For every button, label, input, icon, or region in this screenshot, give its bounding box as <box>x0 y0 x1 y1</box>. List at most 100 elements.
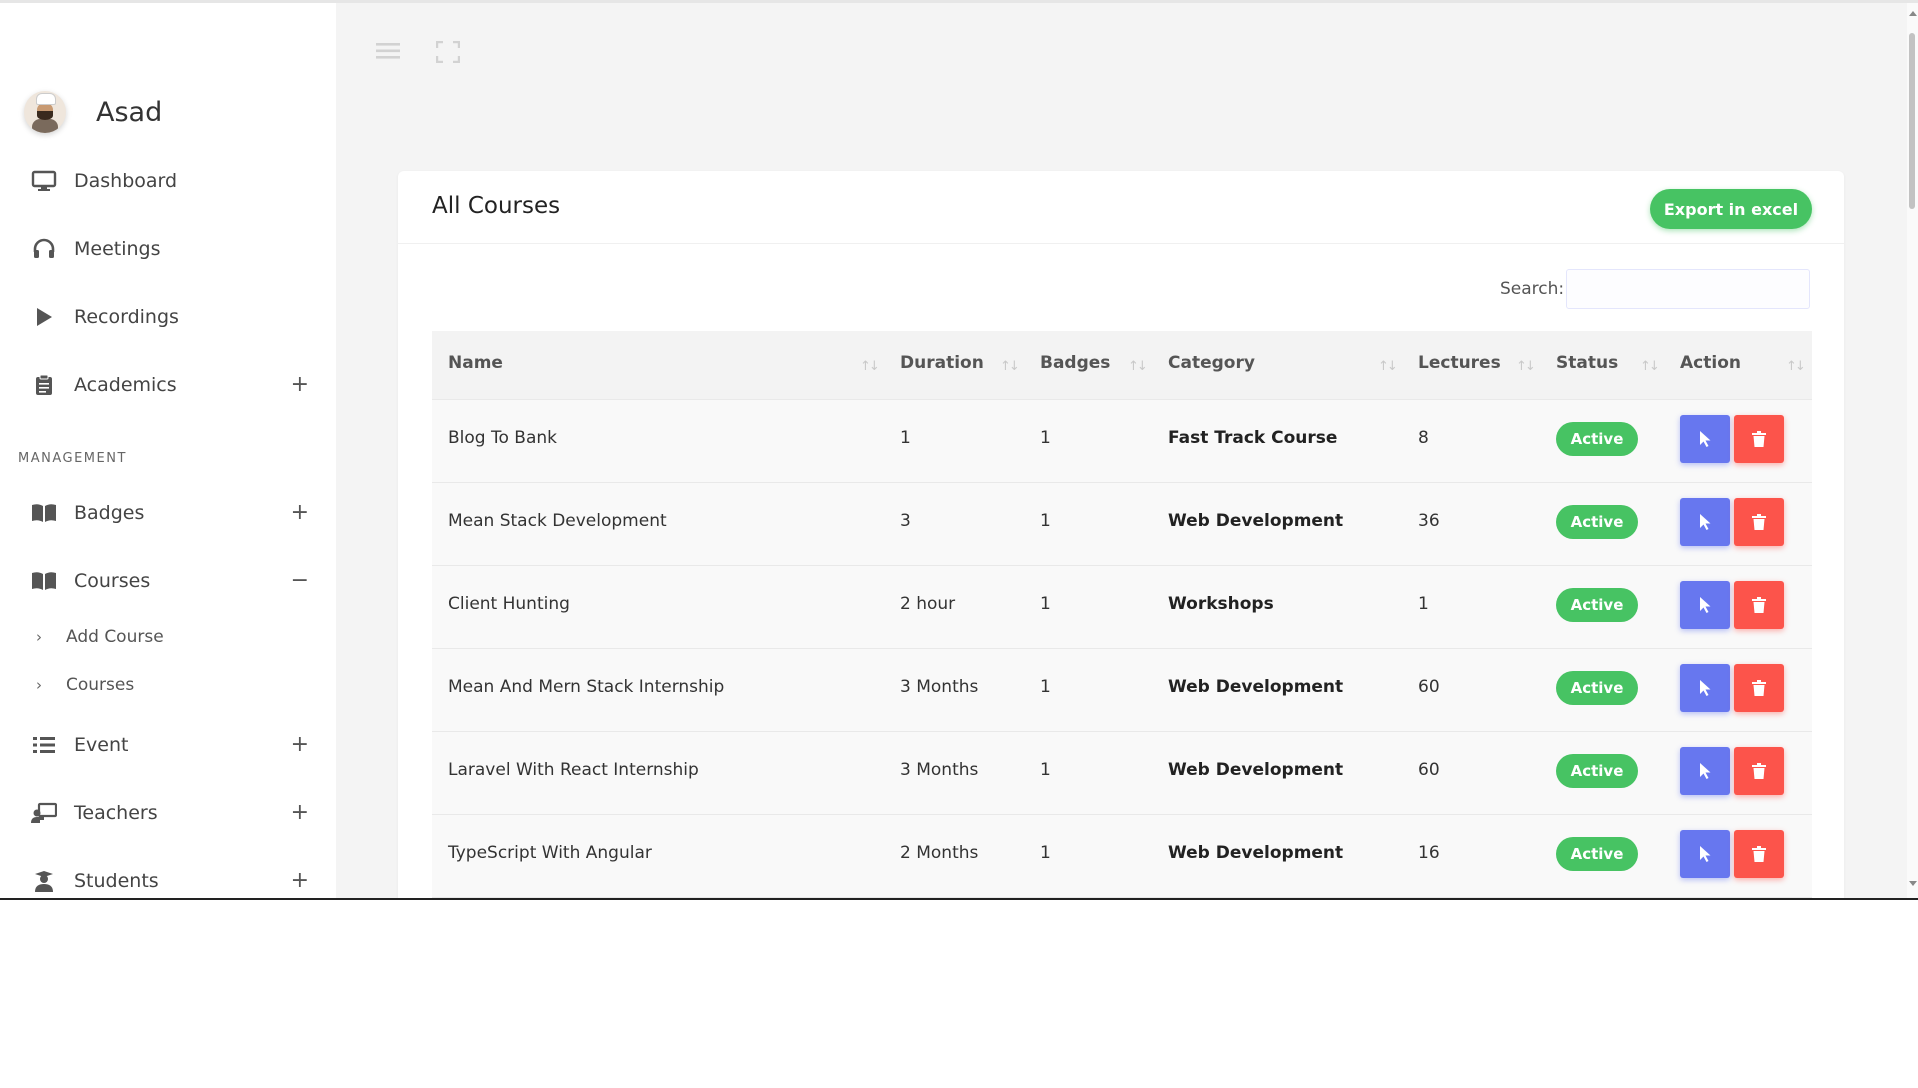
pointer-icon <box>1700 514 1711 530</box>
play-icon <box>30 304 58 330</box>
user-profile[interactable]: Asad <box>24 91 162 133</box>
clipboard-icon <box>30 372 58 398</box>
sidebar-item-label: Dashboard <box>74 170 178 192</box>
column-header-action[interactable]: Action <box>1680 353 1741 373</box>
courses-table: Name ↑↓ Duration ↑↓ Badges ↑↓ Category ↑… <box>432 331 1812 898</box>
pointer-icon <box>1700 431 1711 447</box>
cell-category: Web Development <box>1168 677 1344 697</box>
sidebar-item-label: Badges <box>74 502 145 524</box>
cell-lectures: 1 <box>1418 594 1429 614</box>
sort-icon[interactable]: ↑↓ <box>860 359 880 374</box>
sidebar-item-label: Courses <box>74 570 151 592</box>
book-icon <box>30 500 58 526</box>
expand-icon[interactable]: + <box>291 502 309 524</box>
table-row: Mean Stack Development 3 1 Web Developme… <box>432 483 1812 566</box>
sidebar-subitem-courses[interactable]: › Courses <box>36 670 134 700</box>
column-header-lectures[interactable]: Lectures <box>1418 353 1501 373</box>
sidebar-item-label: Students <box>74 870 159 892</box>
window-bottom-border <box>0 898 1918 900</box>
status-badge: Active <box>1556 505 1638 539</box>
search-label: Search: <box>1500 279 1565 299</box>
export-excel-button[interactable]: Export in excel <box>1650 189 1812 229</box>
sidebar-item-courses[interactable]: Courses − <box>30 561 315 601</box>
column-header-name[interactable]: Name <box>448 353 503 373</box>
sidebar-item-academics[interactable]: Academics + <box>30 365 315 405</box>
scrollbar-thumb[interactable] <box>1909 33 1915 209</box>
sort-icon[interactable]: ↑↓ <box>1378 359 1398 374</box>
expand-icon[interactable]: + <box>291 802 309 824</box>
delete-course-button[interactable] <box>1734 830 1784 878</box>
sidebar-item-badges[interactable]: Badges + <box>30 493 315 533</box>
all-courses-card: All Courses Export in excel Search: Name… <box>398 171 1844 899</box>
cell-category: Web Development <box>1168 760 1344 780</box>
trash-icon <box>1752 680 1766 696</box>
search-input[interactable] <box>1566 269 1810 309</box>
status-badge: Active <box>1556 671 1638 705</box>
expand-icon[interactable]: + <box>291 374 309 396</box>
profile-name: Asad <box>96 96 163 128</box>
book-icon <box>30 568 58 594</box>
select-course-button[interactable] <box>1680 581 1730 629</box>
expand-icon[interactable]: + <box>291 734 309 756</box>
sidebar-item-teachers[interactable]: Teachers + <box>30 793 315 833</box>
select-course-button[interactable] <box>1680 747 1730 795</box>
sort-icon[interactable]: ↑↓ <box>1516 359 1536 374</box>
table-row: Blog To Bank 1 1 Fast Track Course 8 Act… <box>432 400 1812 483</box>
cell-lectures: 16 <box>1418 843 1440 863</box>
column-header-category[interactable]: Category <box>1168 353 1255 373</box>
chevron-right-icon: › <box>36 628 42 646</box>
cell-name: Client Hunting <box>448 594 570 614</box>
sidebar-item-label: Meetings <box>74 238 161 260</box>
column-header-badges[interactable]: Badges <box>1040 353 1110 373</box>
sidebar-item-recordings[interactable]: Recordings <box>30 297 315 337</box>
status-badge: Active <box>1556 422 1638 456</box>
sidebar-item-event[interactable]: Event + <box>30 725 315 765</box>
cell-category: Fast Track Course <box>1168 428 1338 448</box>
cell-badges: 1 <box>1040 760 1051 780</box>
cell-lectures: 60 <box>1418 677 1440 697</box>
expand-icon[interactable]: + <box>291 870 309 892</box>
delete-course-button[interactable] <box>1734 498 1784 546</box>
chevron-right-icon: › <box>36 676 42 694</box>
delete-course-button[interactable] <box>1734 664 1784 712</box>
select-course-button[interactable] <box>1680 664 1730 712</box>
sidebar-item-label: Recordings <box>74 306 179 328</box>
column-header-status[interactable]: Status <box>1556 353 1618 373</box>
sort-icon[interactable]: ↑↓ <box>1786 359 1806 374</box>
cell-duration: 2 Months <box>900 843 979 863</box>
table-row: Mean And Mern Stack Internship 3 Months … <box>432 649 1812 732</box>
delete-course-button[interactable] <box>1734 581 1784 629</box>
sidebar-item-label: Academics <box>74 374 177 396</box>
trash-icon <box>1752 763 1766 779</box>
column-header-duration[interactable]: Duration <box>900 353 984 373</box>
sort-icon[interactable]: ↑↓ <box>1640 359 1660 374</box>
cell-badges: 1 <box>1040 677 1051 697</box>
sidebar-subitem-add-course[interactable]: › Add Course <box>36 622 164 652</box>
delete-course-button[interactable] <box>1734 415 1784 463</box>
list-icon <box>30 732 58 758</box>
sidebar-item-dashboard[interactable]: Dashboard <box>30 161 315 201</box>
trash-icon <box>1752 431 1766 447</box>
cell-duration: 2 hour <box>900 594 956 614</box>
cell-category: Web Development <box>1168 511 1344 531</box>
sort-icon[interactable]: ↑↓ <box>1128 359 1148 374</box>
sort-icon[interactable]: ↑↓ <box>1000 359 1020 374</box>
scroll-down-icon[interactable] <box>1909 881 1917 886</box>
sidebar-item-meetings[interactable]: Meetings <box>30 229 315 269</box>
table-header: Name ↑↓ Duration ↑↓ Badges ↑↓ Category ↑… <box>432 331 1812 400</box>
table-row: Laravel With React Internship 3 Months 1… <box>432 732 1812 815</box>
select-course-button[interactable] <box>1680 498 1730 546</box>
collapse-icon[interactable]: − <box>291 570 309 592</box>
menu-toggle-icon[interactable] <box>376 41 400 65</box>
select-course-button[interactable] <box>1680 415 1730 463</box>
select-course-button[interactable] <box>1680 830 1730 878</box>
table-row: Client Hunting 2 hour 1 Workshops 1 Acti… <box>432 566 1812 649</box>
delete-course-button[interactable] <box>1734 747 1784 795</box>
status-badge: Active <box>1556 837 1638 871</box>
pointer-icon <box>1700 763 1711 779</box>
fullscreen-icon[interactable] <box>435 40 461 67</box>
card-title: All Courses <box>432 193 561 219</box>
scroll-up-icon[interactable] <box>1909 11 1917 16</box>
trash-icon <box>1752 514 1766 530</box>
sidebar-item-students[interactable]: Students + <box>30 861 315 899</box>
